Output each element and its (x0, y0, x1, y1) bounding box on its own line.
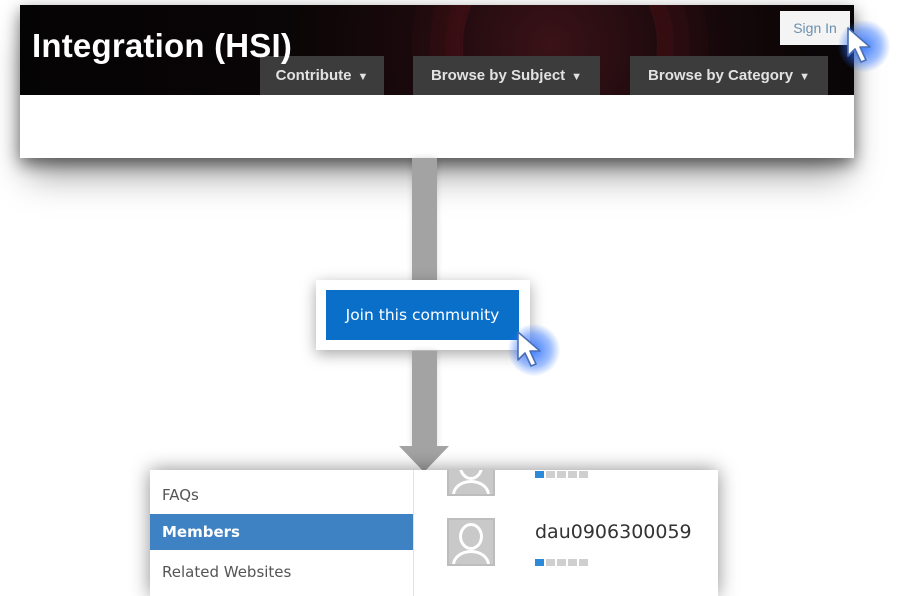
sidebar-divider (413, 470, 414, 596)
site-header-panel: Integration (HSI) Contribute ▼ Browse by … (20, 5, 854, 158)
nav-browse-by-subject-button[interactable]: Browse by Subject ▼ (413, 56, 600, 95)
default-avatar-icon[interactable] (447, 470, 495, 496)
site-title: Integration (HSI) (32, 27, 293, 64)
nav-contribute-label: Contribute (275, 67, 352, 84)
site-header-banner: Integration (HSI) Contribute ▼ Browse by … (20, 5, 854, 95)
down-arrow-icon (399, 446, 449, 472)
flow-arrow-shaft (412, 158, 437, 290)
caret-down-icon: ▼ (799, 71, 810, 83)
sidebar-item-faqs[interactable]: FAQs (150, 477, 413, 513)
nav-browse-by-category-label: Browse by Category (648, 67, 794, 84)
community-sidebar: FAQs Members Related Websites (150, 470, 413, 596)
caret-down-icon: ▼ (357, 71, 369, 83)
sidebar-item-members[interactable]: Members (150, 514, 413, 550)
flow-arrow-shaft (412, 351, 437, 447)
nav-browse-by-subject-label: Browse by Subject (430, 67, 566, 84)
join-community-panel: Join this community (316, 280, 530, 350)
member-rank-indicator (535, 470, 590, 478)
nav-browse-by-category-button[interactable]: Browse by Category ▼ (630, 56, 828, 95)
join-community-button[interactable]: Join this community (326, 290, 519, 340)
member-name-link[interactable]: dau0906300059 (535, 521, 692, 543)
sidebar-item-related-websites[interactable]: Related Websites (150, 554, 413, 590)
caret-down-icon: ▼ (571, 71, 583, 83)
community-members-panel: FAQs Members Related Websites dau0906300… (150, 470, 718, 596)
default-avatar-icon[interactable] (447, 518, 495, 566)
member-rank-indicator (535, 553, 590, 566)
